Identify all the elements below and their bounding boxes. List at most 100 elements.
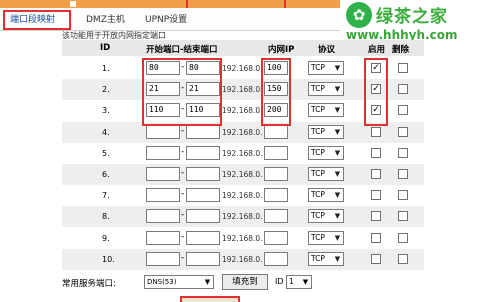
row-id: 1. (102, 64, 110, 73)
end-port-input[interactable] (186, 145, 220, 160)
start-port-input[interactable] (146, 124, 180, 139)
tab-port-range-mapping[interactable]: 端口段映射 (10, 12, 55, 28)
ip-prefix: 192.168.0. (222, 148, 263, 158)
enable-checkbox[interactable] (371, 253, 381, 264)
port-range-dash: - (181, 168, 185, 178)
watermark-logo: ✿ 绿茶之家 www.hhhyh.com (340, 0, 480, 44)
delete-checkbox[interactable] (398, 105, 408, 116)
bottom-toolbar: 常用服务端口: DNS(53) ▼ 填充到 ID 1 ▼ (62, 274, 362, 292)
ip-prefix: 192.168.0. (222, 191, 263, 201)
chevron-down-icon: ▼ (334, 191, 341, 200)
port-range-dash: - (181, 146, 185, 157)
fill-to-button[interactable]: 填充到 (222, 274, 268, 290)
ip-last-octet-input[interactable] (264, 209, 288, 224)
header-protocol: 协议 (318, 45, 336, 55)
table-row: 6. - 192.168.0. TCP ▼ (62, 164, 424, 185)
highlight-box-enable (364, 58, 388, 126)
delete-checkbox[interactable] (398, 126, 408, 137)
protocol-select[interactable]: TCP ▼ (308, 124, 344, 139)
enable-checkbox[interactable] (371, 126, 381, 137)
tab-dmz-host[interactable]: DMZ主机 (86, 12, 125, 28)
ip-prefix: 192.168.0. (222, 106, 263, 116)
protocol-value: TCP (311, 211, 325, 221)
table-header: ID 开始端口-结束端口 内网IP 协议 启用 删除 (62, 40, 424, 56)
start-port-input[interactable] (146, 251, 180, 266)
row-id: 6. (102, 170, 110, 179)
port-range-dash: - (181, 210, 185, 221)
ip-last-octet-input[interactable] (264, 124, 288, 139)
end-port-input[interactable] (186, 188, 220, 203)
ip-last-octet-input[interactable] (264, 167, 288, 181)
row-id: 9. (102, 233, 110, 243)
protocol-select[interactable]: TCP ▼ (308, 103, 344, 118)
end-port-input[interactable] (186, 124, 220, 139)
protocol-value: TCP (311, 232, 325, 242)
delete-checkbox[interactable] (398, 232, 408, 243)
delete-checkbox[interactable] (398, 190, 408, 201)
id-label: ID (275, 277, 284, 286)
port-range-dash: - (181, 231, 185, 242)
ip-last-octet-input[interactable] (264, 188, 288, 203)
enable-checkbox[interactable] (371, 169, 381, 179)
ip-prefix: 192.168.0. (222, 64, 263, 73)
protocol-select[interactable]: TCP ▼ (308, 61, 344, 75)
delete-checkbox[interactable] (398, 169, 408, 179)
chevron-down-icon: ▼ (334, 106, 341, 115)
chevron-down-icon: ▼ (334, 127, 341, 136)
chevron-down-icon: ▼ (334, 212, 341, 221)
protocol-select[interactable]: TCP ▼ (308, 251, 344, 266)
enable-checkbox[interactable] (371, 147, 381, 158)
chevron-down-icon: ▼ (334, 148, 341, 157)
service-port-select[interactable]: DNS(53) ▼ (144, 275, 214, 289)
watermark-brand: 绿茶之家 (376, 7, 448, 27)
chevron-down-icon: ▼ (334, 254, 341, 263)
start-port-input[interactable] (146, 145, 180, 160)
service-port-value: DNS(53) (147, 278, 177, 286)
highlight-box-bottom (180, 296, 240, 302)
protocol-select[interactable]: TCP ▼ (308, 209, 344, 224)
ip-prefix: 192.168.0. (222, 254, 263, 264)
highlight-box-ip (261, 58, 291, 126)
start-port-input[interactable] (146, 167, 180, 181)
protocol-value: TCP (311, 63, 325, 72)
port-range-dash: - (181, 125, 185, 136)
ip-prefix: 192.168.0. (222, 127, 263, 137)
ip-prefix: 192.168.0. (222, 233, 263, 243)
enable-checkbox[interactable] (371, 232, 381, 243)
ip-last-octet-input[interactable] (264, 145, 288, 160)
protocol-value: TCP (311, 190, 325, 200)
end-port-input[interactable] (186, 167, 220, 181)
delete-checkbox[interactable] (398, 84, 408, 95)
start-port-input[interactable] (146, 230, 180, 245)
protocol-select[interactable]: TCP ▼ (308, 167, 344, 181)
enable-checkbox[interactable] (371, 211, 381, 222)
ip-last-octet-input[interactable] (264, 230, 288, 245)
header-id: ID (100, 43, 111, 53)
highlight-box-ports (142, 58, 222, 126)
protocol-select[interactable]: TCP ▼ (308, 145, 344, 160)
enable-checkbox[interactable] (371, 190, 381, 201)
delete-checkbox[interactable] (398, 211, 408, 222)
protocol-select[interactable]: TCP ▼ (308, 230, 344, 245)
protocol-select[interactable]: TCP ▼ (308, 82, 344, 97)
ip-last-octet-input[interactable] (264, 251, 288, 266)
row-id: 3. (102, 106, 110, 116)
common-ports-label: 常用服务端口: (62, 279, 116, 289)
end-port-input[interactable] (186, 230, 220, 245)
id-select[interactable]: 1 ▼ (286, 275, 312, 289)
protocol-select[interactable]: TCP ▼ (308, 188, 344, 203)
row-id: 4. (102, 127, 110, 137)
row-id: 5. (102, 148, 110, 158)
delete-checkbox[interactable] (398, 253, 408, 264)
table-row: 10. - 192.168.0. TCP ▼ (62, 248, 424, 270)
end-port-input[interactable] (186, 209, 220, 224)
start-port-input[interactable] (146, 188, 180, 203)
port-range-dash: - (181, 252, 185, 263)
delete-checkbox[interactable] (398, 147, 408, 158)
protocol-value: TCP (311, 147, 325, 157)
delete-checkbox[interactable] (398, 63, 408, 73)
id-select-value: 1 (289, 277, 294, 286)
end-port-input[interactable] (186, 251, 220, 266)
tab-upnp-settings[interactable]: UPNP设置 (145, 12, 187, 28)
start-port-input[interactable] (146, 209, 180, 224)
